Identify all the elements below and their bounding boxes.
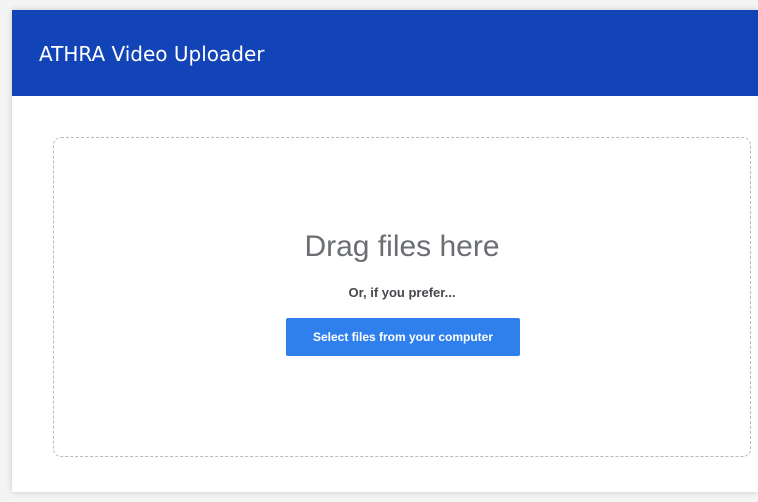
upload-content: Drag files here Or, if you prefer... Sel… (12, 96, 758, 492)
drag-files-heading: Drag files here (304, 230, 500, 263)
app-header: ATHRA Video Uploader (12, 10, 758, 96)
uploader-window: ATHRA Video Uploader Drag files here Or,… (12, 10, 758, 492)
select-files-button[interactable]: Select files from your computer (286, 318, 520, 356)
file-dropzone[interactable]: Drag files here Or, if you prefer... Sel… (53, 137, 751, 457)
alternate-option-text: Or, if you prefer... (348, 285, 456, 300)
app-title: ATHRA Video Uploader (39, 42, 265, 66)
